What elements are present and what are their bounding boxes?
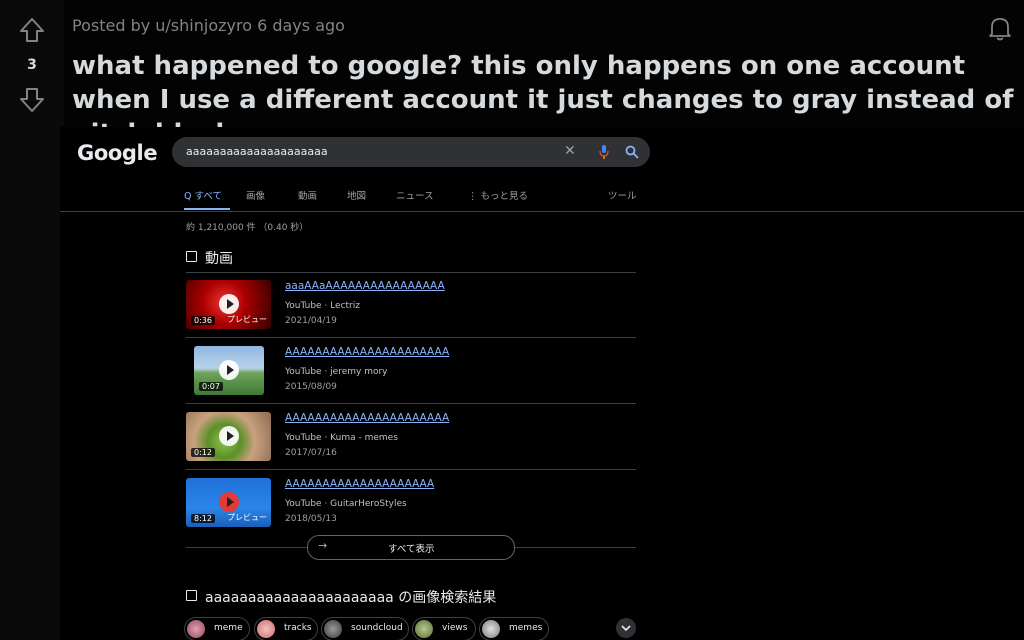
video-duration: 0:36	[191, 316, 215, 325]
chip-label: soundcloud	[351, 623, 403, 633]
video-title[interactable]: AAAAAAAAAAAAAAAAAAAA	[285, 478, 434, 490]
chip-thumbnail	[187, 620, 205, 638]
video-thumbnail[interactable]: 0:36 プレビュー	[186, 280, 271, 329]
chip-label: memes	[509, 623, 543, 633]
search-box[interactable]: aaaaaaaaaaaaaaaaaaaaa ✕	[172, 137, 650, 167]
chip-meme[interactable]: meme	[184, 617, 250, 640]
video-result[interactable]: 8:12 プレビュー AAAAAAAAAAAAAAAAAAAA YouTube …	[186, 471, 636, 535]
active-tab-indicator	[184, 208, 230, 210]
video-date: 2021/04/19	[285, 316, 337, 326]
divider	[186, 337, 636, 338]
video-source: YouTube · jeremy mory	[285, 367, 388, 377]
play-icon[interactable]	[219, 426, 239, 446]
video-date: 2018/05/13	[285, 514, 337, 524]
video-title[interactable]: aaaAAaAAAAAAAAAAAAAAAA	[285, 280, 445, 292]
divider	[186, 403, 636, 404]
chip-tracks[interactable]: tracks	[254, 617, 318, 640]
chip-views[interactable]: views	[412, 617, 476, 640]
arrow-down-icon[interactable]	[18, 86, 46, 114]
image-icon	[186, 590, 197, 601]
videos-header-label: 動画	[205, 251, 233, 267]
images-header-label: aaaaaaaaaaaaaaaaaaaaaa の画像検索結果	[205, 590, 497, 606]
show-all-label: すべて表示	[388, 544, 435, 555]
videos-section-header: 動画	[186, 248, 233, 268]
video-result[interactable]: 0:12 AAAAAAAAAAAAAAAAAAAAAA YouTube · Ku…	[186, 405, 636, 469]
images-section-header: aaaaaaaaaaaaaaaaaaaaaa の画像検索結果	[186, 587, 496, 607]
chip-thumbnail	[482, 620, 500, 638]
arrow-right-icon: →	[318, 539, 328, 552]
video-duration: 0:12	[191, 448, 215, 457]
video-icon	[186, 251, 197, 262]
video-thumbnail[interactable]: 0:07	[194, 346, 264, 395]
video-source: YouTube · Lectriz	[285, 301, 360, 311]
close-icon[interactable]: ✕	[564, 143, 576, 159]
chip-thumbnail	[324, 620, 342, 638]
chip-label: meme	[214, 623, 243, 633]
chip-thumbnail	[257, 620, 275, 638]
preview-badge: プレビュー	[227, 315, 267, 324]
divider	[186, 469, 636, 470]
play-icon[interactable]	[219, 294, 239, 314]
tab-news[interactable]: ニュース	[396, 188, 434, 202]
preview-badge: プレビュー	[227, 513, 267, 522]
google-logo: Google	[77, 141, 158, 165]
play-icon[interactable]	[219, 492, 239, 512]
video-thumbnail[interactable]: 0:12	[186, 412, 271, 461]
vote-count: 3	[27, 57, 37, 73]
tab-more[interactable]: ⋮ もっと見る	[468, 188, 528, 202]
video-source: YouTube · Kuma - memes	[285, 433, 398, 443]
result-stats: 約 1,210,000 件 （0.40 秒）	[186, 223, 309, 233]
play-icon[interactable]	[219, 360, 239, 380]
bell-icon[interactable]	[986, 14, 1014, 42]
show-all-button[interactable]: → すべて表示	[307, 535, 515, 560]
chip-label: tracks	[284, 623, 312, 633]
chip-memes[interactable]: memes	[479, 617, 549, 640]
search-icon[interactable]	[625, 145, 639, 159]
search-input[interactable]: aaaaaaaaaaaaaaaaaaaaa	[186, 145, 328, 158]
tab-maps[interactable]: 地図	[347, 188, 366, 202]
post-image[interactable]: Google aaaaaaaaaaaaaaaaaaaaa ✕ Q すべて 画像 …	[60, 127, 1024, 640]
tab-all[interactable]: Q すべて	[184, 188, 222, 202]
search-tabs: Q すべて 画像 動画 地図 ニュース ⋮ もっと見る ツール	[184, 188, 644, 208]
chip-soundcloud[interactable]: soundcloud	[321, 617, 409, 640]
video-date: 2015/08/09	[285, 382, 337, 392]
video-title[interactable]: AAAAAAAAAAAAAAAAAAAAAA	[285, 412, 449, 424]
vote-column: 3	[0, 0, 64, 640]
video-title[interactable]: AAAAAAAAAAAAAAAAAAAAAA	[285, 346, 449, 358]
tab-images[interactable]: 画像	[246, 188, 265, 202]
arrow-up-icon[interactable]	[18, 16, 46, 44]
video-result[interactable]: 0:36 プレビュー aaaAAaAAAAAAAAAAAAAAAA YouTub…	[186, 273, 636, 337]
chip-label: views	[442, 623, 468, 633]
video-duration: 0:07	[199, 382, 223, 391]
post-meta: Posted by u/shinjozyro 6 days ago	[72, 16, 345, 35]
header-divider	[60, 211, 1024, 212]
mic-icon[interactable]	[599, 145, 609, 159]
video-thumbnail[interactable]: 8:12 プレビュー	[186, 478, 271, 527]
tab-videos[interactable]: 動画	[298, 188, 317, 202]
chevron-down-icon[interactable]	[616, 618, 636, 638]
video-source: YouTube · GuitarHeroStyles	[285, 499, 407, 509]
video-duration: 8:12	[191, 514, 215, 523]
video-result[interactable]: 0:07 AAAAAAAAAAAAAAAAAAAAAA YouTube · je…	[186, 339, 636, 403]
video-date: 2017/07/16	[285, 448, 337, 458]
chip-thumbnail	[415, 620, 433, 638]
tab-tools[interactable]: ツール	[608, 188, 637, 202]
